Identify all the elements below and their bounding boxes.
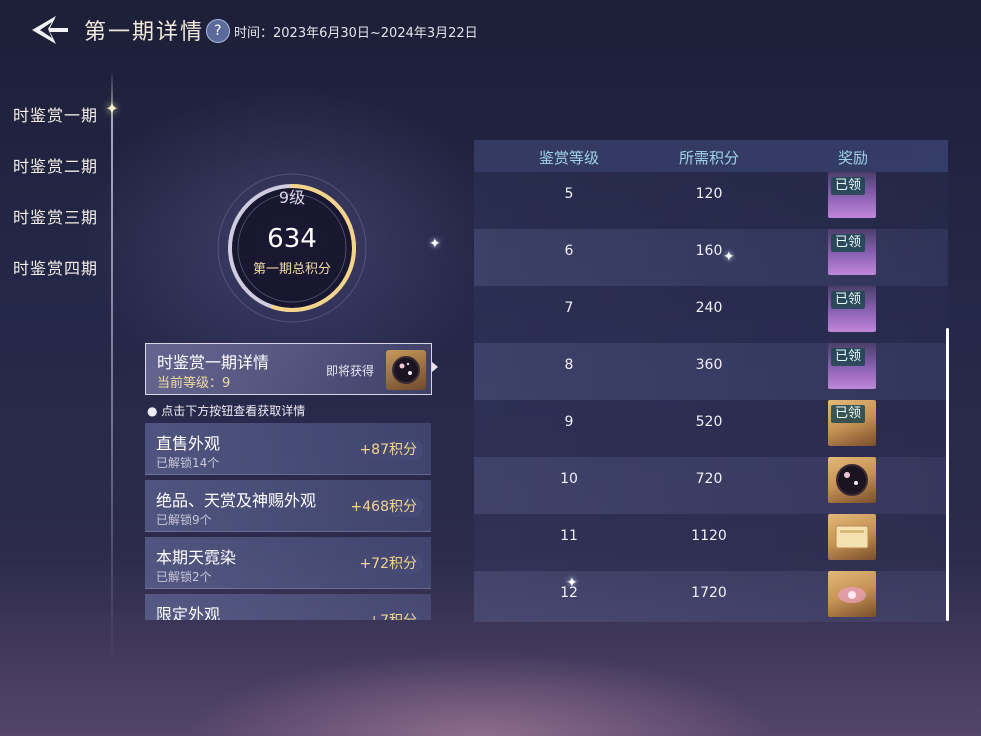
source-points: +7积分 (362, 611, 423, 620)
reward-item-icon[interactable]: 已领 (828, 286, 876, 332)
table-row: 6 160 已领 (474, 229, 948, 286)
sidebar-divider (111, 70, 113, 670)
sparkle-icon: ✦ (723, 249, 735, 265)
page-title: 第一期详情 (84, 20, 205, 45)
sidebar-item-period-4[interactable]: 时鉴赏四期 (13, 255, 98, 279)
table-row: 8 360 已领 (474, 343, 948, 400)
source-item-direct-sale[interactable]: 直售外观 已解锁14个 +87积分 (145, 423, 431, 475)
score-ring: 9级 634 第一期总积分 (212, 168, 372, 328)
claimed-badge: 已领 (831, 291, 866, 309)
table-row: 10 720 (474, 457, 948, 514)
total-score: 634 (267, 224, 317, 254)
row-points: 360 (695, 357, 723, 373)
claimed-badge: 已领 (831, 177, 866, 195)
current-level-text: 当前等级：9 (157, 376, 231, 391)
reward-item-icon[interactable] (828, 457, 876, 503)
source-unlocked: 已解锁9个 (156, 513, 212, 527)
row-points: 1120 (691, 528, 727, 544)
source-points: +87积分 (353, 440, 423, 460)
sidebar-item-period-2[interactable]: 时鉴赏二期 (13, 153, 98, 177)
table-scrollbar[interactable] (946, 328, 949, 621)
sidebar-item-period-1[interactable]: 时鉴赏一期 (13, 102, 98, 126)
reward-item-icon[interactable]: 已领 (828, 172, 876, 218)
hint-text: ● 点击下方按钮查看获取详情 (147, 404, 306, 418)
selected-star-icon: ✦ (105, 99, 119, 118)
sparkle-icon: ✦ (429, 236, 441, 252)
reward-item-icon[interactable]: 已领 (828, 343, 876, 389)
back-arrow-icon (32, 16, 68, 44)
source-list[interactable]: 直售外观 已解锁14个 +87积分 绝品、天赏及神赐外观 已解锁9个 +468积… (145, 420, 432, 620)
row-level: 9 (564, 414, 574, 430)
claimed-badge: 已领 (831, 234, 866, 252)
row-points: 120 (695, 186, 723, 202)
table-row: 9 520 已领 (474, 400, 948, 457)
detail-arrow-icon (432, 362, 438, 372)
claimed-badge: 已领 (831, 405, 866, 423)
reward-table[interactable]: 鉴赏等级 所需积分 奖励 5 120 已领 6 160 已领 7 240 已领 8 360 已领 9 52… (474, 140, 948, 622)
sidebar-item-period-3[interactable]: 时鉴赏三期 (13, 204, 98, 228)
source-points: +468积分 (344, 497, 423, 517)
back-button[interactable] (28, 10, 72, 50)
row-points: 160 (695, 243, 723, 259)
coming-soon-label: 即将获得 (326, 364, 375, 378)
source-item-premium[interactable]: 绝品、天赏及神赐外观 已解锁9个 +468积分 (145, 480, 431, 532)
source-points: +72积分 (353, 554, 423, 574)
header-reward: 奖励 (837, 149, 868, 167)
help-icon[interactable]: ? (201, 14, 235, 48)
header-level: 鉴赏等级 (538, 149, 599, 167)
row-points: 520 (695, 414, 723, 430)
table-header: 鉴赏等级 所需积分 奖励 (474, 140, 948, 172)
source-item-limited[interactable]: 限定外观 +7积分 (145, 594, 431, 620)
table-row: 11 1120 (474, 514, 948, 571)
table-row: 5 120 已领 (474, 172, 948, 229)
claimed-badge: 已领 (831, 348, 866, 366)
period-text: 时间：2023年6月30日~2024年3月22日 (234, 26, 478, 41)
source-name: 本期天霓染 (156, 548, 237, 567)
row-level: 7 (564, 300, 574, 316)
score-label: 第一期总积分 (252, 262, 331, 277)
reward-item-icon[interactable]: 已领 (828, 229, 876, 275)
table-row: 7 240 已领 (474, 286, 948, 343)
period-detail-card[interactable]: 时鉴赏一期详情 当前等级：9 即将获得 (145, 343, 432, 395)
row-points: 720 (695, 471, 723, 487)
row-level: 5 (564, 186, 574, 202)
source-name: 直售外观 (156, 434, 221, 453)
reward-item-icon[interactable] (828, 514, 876, 560)
row-points: 240 (695, 300, 723, 316)
level-text: 9级 (278, 188, 306, 207)
source-item-dye[interactable]: 本期天霓染 已解锁2个 +72积分 (145, 537, 431, 589)
sparkle-icon: ✦ (566, 575, 578, 591)
next-reward-icon (386, 350, 426, 390)
detail-title: 时鉴赏一期详情 (157, 353, 270, 372)
reward-item-icon[interactable]: 已领 (828, 400, 876, 446)
source-unlocked: 已解锁2个 (156, 570, 212, 584)
row-level: 11 (560, 528, 578, 544)
row-points: 1720 (691, 585, 727, 601)
reward-item-icon[interactable] (828, 571, 876, 617)
header-points: 所需积分 (678, 149, 739, 167)
table-row: 12 1720 (474, 571, 948, 622)
row-level: 6 (564, 243, 574, 259)
row-level: 8 (564, 357, 574, 373)
source-unlocked: 已解锁14个 (156, 456, 220, 470)
source-name: 绝品、天赏及神赐外观 (156, 491, 317, 510)
source-name: 限定外观 (156, 605, 221, 620)
row-level: 10 (560, 471, 578, 487)
